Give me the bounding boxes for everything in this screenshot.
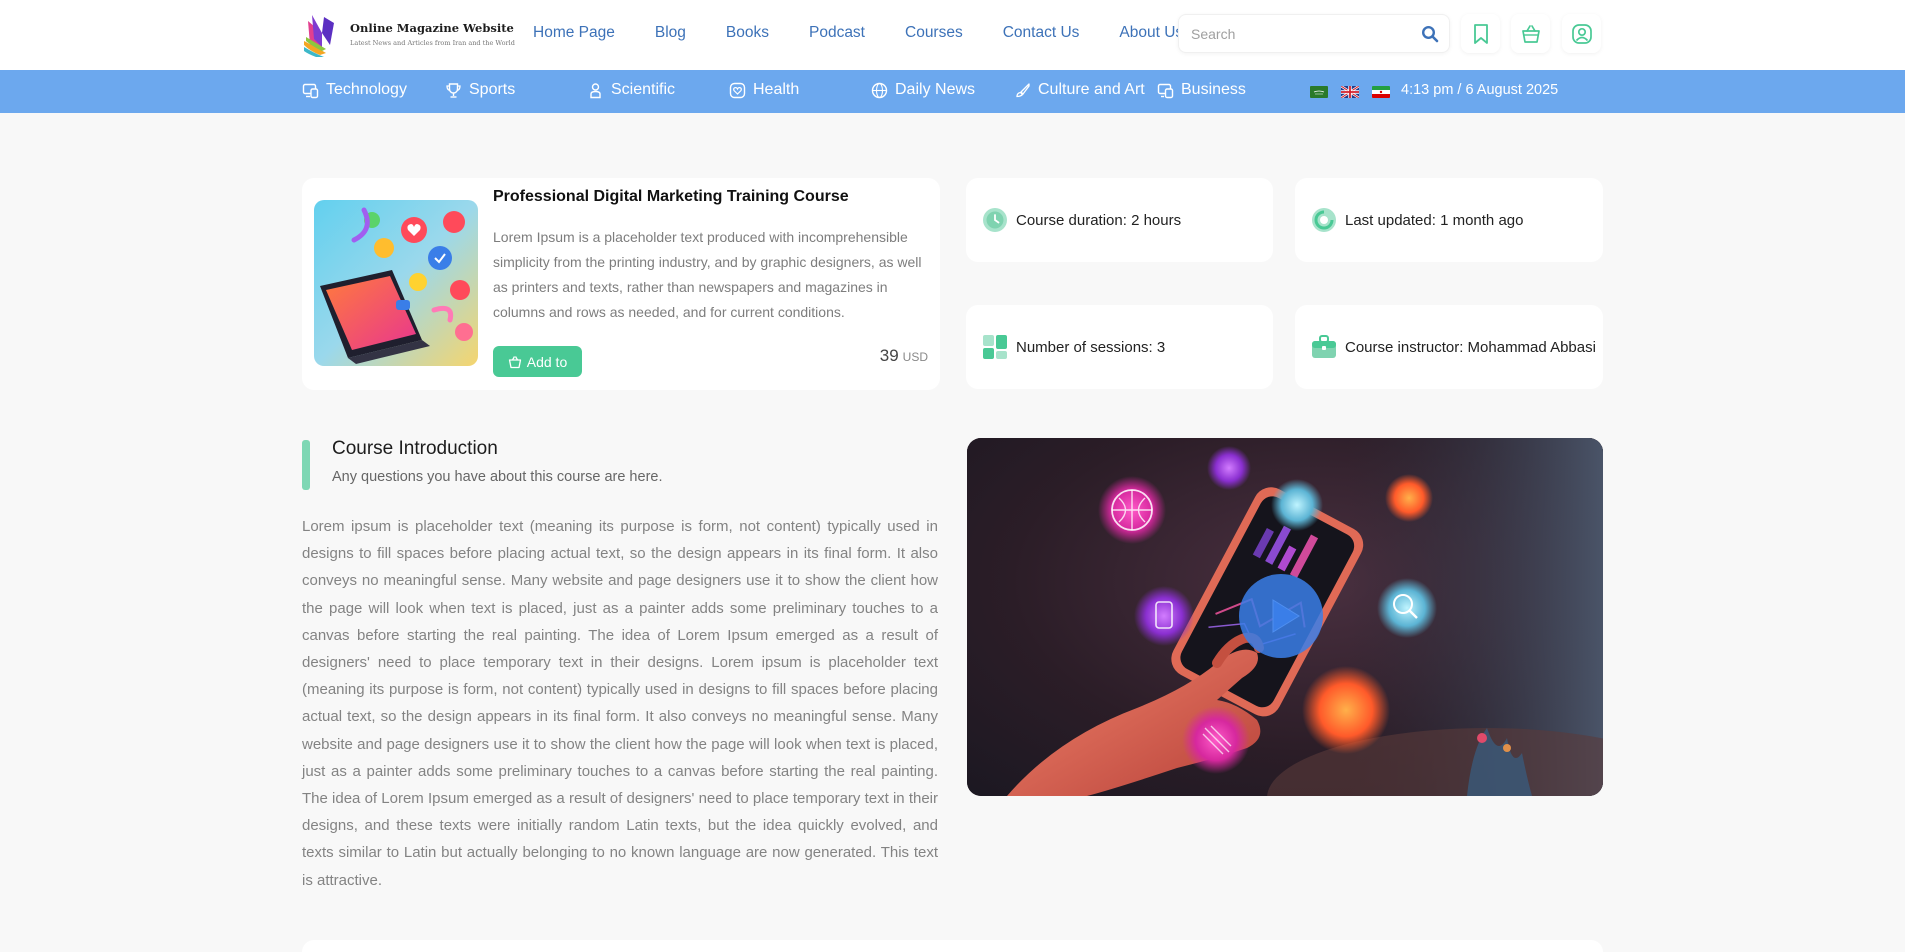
search-input[interactable] (1191, 24, 1411, 44)
logo-title: Online Magazine Website (350, 21, 514, 35)
category-business[interactable]: Business (1157, 81, 1246, 99)
category-label: Scientific (611, 81, 676, 98)
category-bar: Technology Sports Scientific Health Dail… (0, 70, 1905, 113)
course-title[interactable]: Professional Digital Marketing Training … (493, 188, 849, 206)
briefcase-icon (1312, 335, 1336, 358)
globe-icon (871, 82, 888, 98)
category-technology[interactable]: Technology (302, 81, 407, 99)
account-button[interactable] (1562, 14, 1601, 53)
search-box (1178, 14, 1450, 53)
category-label: Sports (469, 81, 516, 98)
add-to-cart-label: Add to (526, 353, 568, 370)
course-duration: Course duration: 2 hours (1016, 211, 1182, 229)
course-video-player[interactable] (967, 438, 1603, 796)
course-summary-card: Professional Digital Marketing Training … (302, 178, 940, 390)
add-to-cart-button[interactable]: Add to (493, 346, 582, 377)
updated-card: Last updated: 1 month ago (1295, 178, 1603, 262)
marketing-illustration-icon (314, 200, 478, 366)
cart-button[interactable] (1511, 14, 1550, 53)
language-switcher (1310, 86, 1403, 98)
category-sports[interactable]: Sports (445, 81, 515, 99)
main-nav: Home Page Blog Books Podcast Courses Con… (533, 24, 1223, 42)
brush-icon (1016, 82, 1030, 97)
current-datetime: 4:13 pm / 6 August 2025 (1401, 82, 1559, 98)
category-label: Culture and Art (1038, 81, 1145, 98)
refresh-icon (1312, 208, 1336, 232)
monitor-icon (302, 83, 319, 98)
heart-icon (729, 82, 746, 98)
trophy-icon (446, 82, 461, 98)
nav-courses[interactable]: Courses (905, 24, 963, 42)
play-icon[interactable] (1239, 574, 1323, 658)
logo-subtitle: Latest News and Articles from Iran and t… (350, 39, 515, 47)
category-label: Business (1181, 81, 1246, 98)
nav-blog[interactable]: Blog (655, 24, 686, 42)
uk-flag-icon[interactable] (1341, 86, 1359, 98)
search-icon[interactable] (1421, 25, 1439, 43)
intro-body: Lorem ipsum is placeholder text (meaning… (302, 518, 938, 889)
course-instructor: Course instructor: Mohammad Abbasi (1345, 338, 1596, 356)
bookmark-button[interactable] (1461, 14, 1500, 53)
category-health[interactable]: Health (729, 81, 799, 99)
session-count: Number of sessions: 3 (1016, 338, 1166, 356)
section-accent-bar (302, 440, 310, 490)
category-label: Health (753, 81, 800, 98)
grid-icon (983, 335, 1007, 359)
user-icon (1571, 23, 1592, 44)
flask-icon (590, 82, 601, 98)
iran-flag-icon[interactable] (1372, 86, 1390, 98)
instructor-card: Course instructor: Mohammad Abbasi (1295, 305, 1603, 389)
last-updated: Last updated: 1 month ago (1345, 211, 1524, 229)
sessions-card: Number of sessions: 3 (966, 305, 1273, 389)
category-daily-news[interactable]: Daily News (871, 81, 975, 99)
duration-card: Course duration: 2 hours (966, 178, 1273, 262)
category-label: Technology (326, 81, 407, 98)
category-culture-art[interactable]: Culture and Art (1014, 81, 1145, 99)
basket-icon (1521, 24, 1540, 43)
nav-home[interactable]: Home Page (533, 24, 615, 42)
intro-subtitle: Any questions you have about this course… (332, 469, 663, 485)
basket-icon (508, 355, 521, 368)
nav-contact[interactable]: Contact Us (1003, 24, 1080, 42)
price-value: 39 (879, 346, 899, 365)
clock-icon (983, 208, 1007, 232)
nav-books[interactable]: Books (726, 24, 769, 42)
intro-title: Course Introduction (332, 438, 498, 459)
next-section-card (302, 940, 1603, 952)
arabic-flag-icon[interactable] (1310, 86, 1328, 98)
course-thumbnail (314, 200, 478, 366)
course-price: 39 USD (880, 346, 928, 366)
price-currency: USD (902, 350, 928, 364)
category-label: Daily News (895, 81, 976, 98)
nav-about[interactable]: About Us (1119, 24, 1183, 42)
top-header: Online Magazine Website Latest News and … (0, 0, 1905, 70)
course-description: Lorem Ipsum is a placeholder text produc… (493, 229, 922, 320)
bookmark-icon (1473, 23, 1488, 44)
site-logo[interactable]: Online Magazine Website Latest News and … (302, 11, 515, 57)
category-scientific[interactable]: Scientific (587, 81, 675, 99)
briefcase-icon (1157, 83, 1174, 98)
nav-podcast[interactable]: Podcast (809, 24, 865, 42)
book-logo-icon (304, 15, 334, 57)
